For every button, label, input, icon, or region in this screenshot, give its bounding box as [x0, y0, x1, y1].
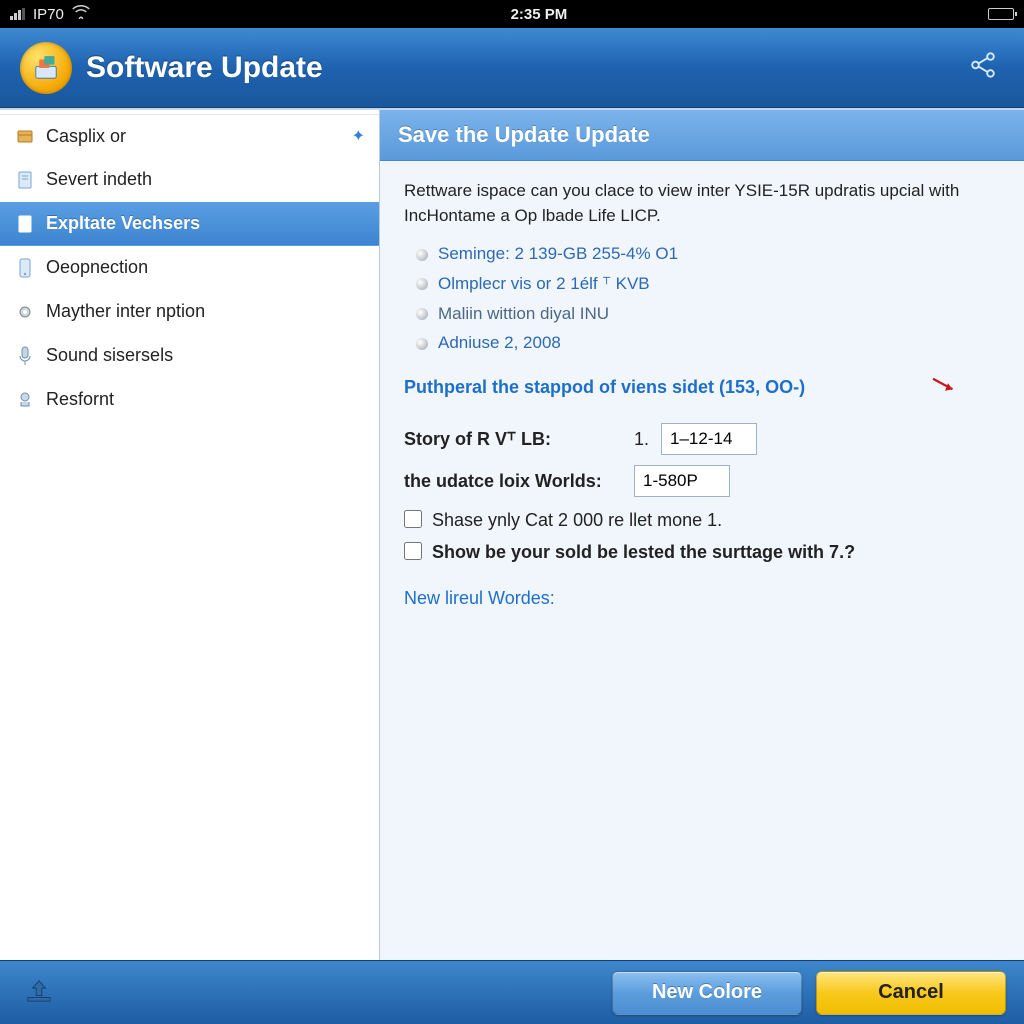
field2-input[interactable] — [634, 465, 730, 497]
app-logo-icon — [20, 42, 72, 94]
cam-icon — [14, 391, 36, 409]
pin-icon: ✦ — [352, 126, 365, 146]
sidebar-item-label: Resfornt — [46, 389, 114, 410]
sidebar-item-oeopnection[interactable]: Oeopnection — [0, 246, 379, 290]
page-icon — [14, 215, 36, 233]
app-header: Software Update — [0, 28, 1024, 108]
sidebar-item-label: Expltate Vechsers — [46, 213, 200, 234]
battery-icon — [988, 8, 1014, 20]
field1-input[interactable] — [661, 423, 757, 455]
checkbox-1[interactable] — [404, 510, 422, 528]
cancel-button[interactable]: Cancel — [816, 971, 1006, 1015]
sidebar-item-label: Severt indeth — [46, 169, 152, 190]
gear-icon — [14, 303, 36, 321]
footer-bar: New Colore Cancel — [0, 960, 1024, 1024]
field1-label: Story of R V⸆ LB: — [404, 426, 634, 452]
device-status-bar: IP70 2:35 PM — [0, 0, 1024, 28]
sidebar-item-label: Mayther inter nption — [46, 301, 205, 322]
sidebar-item-label: Oeopnection — [46, 257, 148, 278]
arrow-icon — [930, 372, 960, 403]
checkbox-2-label: Show be your sold be lested the surttage… — [432, 539, 855, 565]
sidebar-item-mayther[interactable]: Mayther inter nption — [0, 290, 379, 334]
sidebar-item-label: Casplix or — [46, 126, 126, 147]
clock: 2:35 PM — [90, 6, 988, 23]
content-pane: Save the Update Update Rettware ispace c… — [380, 110, 1024, 960]
list-item: Seminge: 2 139-GB 255-4% O1 — [416, 242, 1000, 267]
list-item: Maliin wittion diyal INU — [416, 302, 1000, 327]
new-colore-button[interactable]: New Colore — [612, 971, 802, 1015]
app-title: Software Update — [86, 51, 323, 85]
field2-label: the udatce loix Worlds: — [404, 468, 634, 494]
sidebar-item-casplix[interactable]: Casplix or ✦ — [0, 114, 379, 158]
list-item: Olmplecr vis or 2 1élf ⸆ KVB — [416, 272, 1000, 297]
device-icon — [14, 258, 36, 278]
sidebar-item-explitate[interactable]: Expltate Vechsers — [0, 202, 379, 246]
sidebar-item-sound[interactable]: Sound sisersels — [0, 334, 379, 378]
box-icon — [14, 127, 36, 145]
doc-icon — [14, 171, 36, 189]
content-title: Save the Update Update — [380, 110, 1024, 161]
signal-icon — [10, 8, 25, 20]
carrier-label: IP70 — [33, 6, 64, 23]
sidebar-item-label: Sound sisersels — [46, 345, 173, 366]
expand-link[interactable]: Puthperal the stappod of viens sidet (15… — [404, 372, 1000, 403]
list-item: Adniuse 2, 2008 — [416, 331, 1000, 356]
new-words-link[interactable]: New lireul Wordes: — [404, 585, 555, 611]
sidebar-item-severt[interactable]: Severt indeth — [0, 158, 379, 202]
sidebar-item-resfornt[interactable]: Resfornt — [0, 378, 379, 422]
share-button[interactable] — [962, 44, 1004, 91]
mic-icon — [14, 346, 36, 366]
field1-static: 1. — [634, 426, 649, 452]
sidebar: Casplix or ✦ Severt indeth Expltate Vech… — [0, 110, 380, 960]
info-list: Seminge: 2 139-GB 255-4% O1 Olmplecr vis… — [416, 242, 1000, 356]
wifi-icon — [72, 5, 90, 23]
checkbox-2[interactable] — [404, 542, 422, 560]
checkbox-1-label: Shase ynly Cat 2 000 re llet mone 1. — [432, 507, 722, 533]
intro-text: Rettware ispace can you clace to view in… — [404, 179, 1000, 228]
upload-button[interactable] — [18, 971, 60, 1014]
